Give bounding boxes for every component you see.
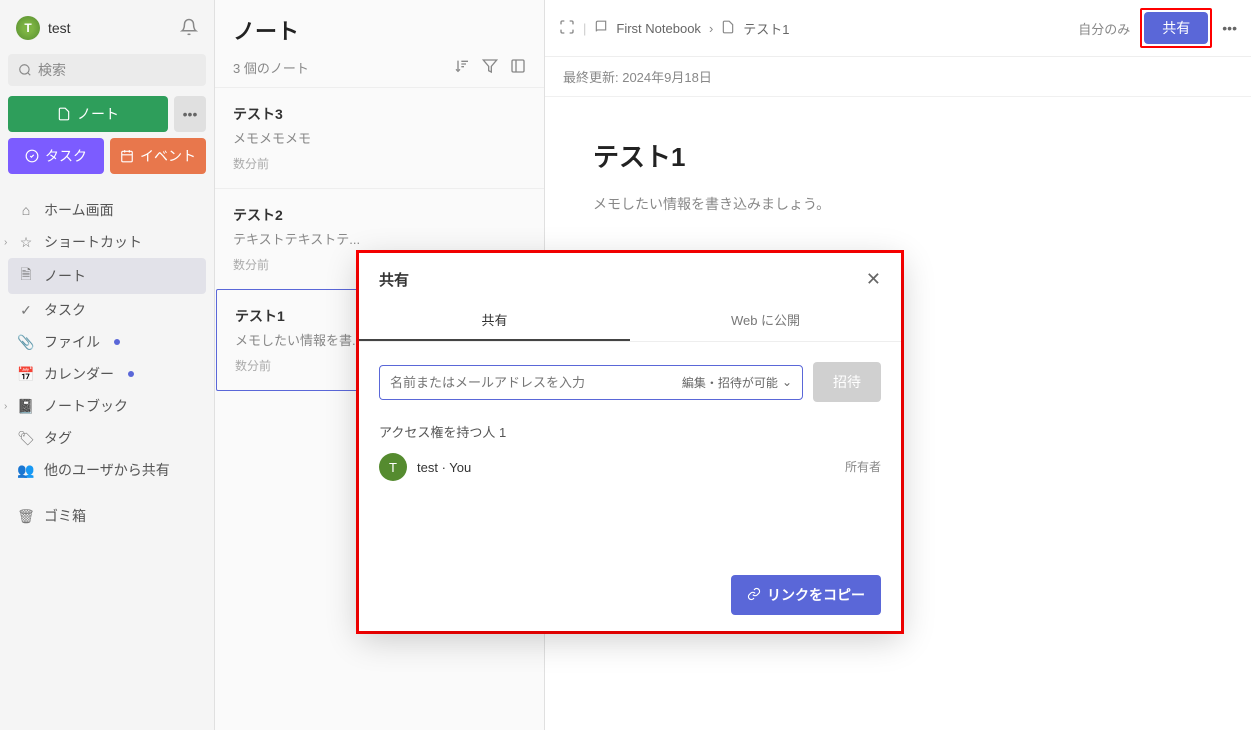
nav-label: ゴミ箱 [44,506,86,526]
nav-label: ノートブック [44,396,128,416]
more-icon[interactable]: ••• [1222,20,1237,36]
tab-publish-web[interactable]: Web に公開 [630,300,901,341]
share-modal: 共有 ✕ 共有 Web に公開 編集・招待が可能 ⌄ 招待 アク [359,253,901,631]
nav-label: 他のユーザから共有 [44,460,170,480]
nav-label: ファイル [44,332,100,352]
search-input[interactable]: 検索 [8,54,206,86]
new-note-button[interactable]: ノート [8,96,168,132]
chevron-right-icon: › [4,401,7,412]
note-icon [721,20,735,37]
sidebar-nav-item[interactable]: 🗎 ノート [8,258,206,294]
nav-label: タグ [44,428,72,448]
new-event-button[interactable]: イベント [110,138,206,174]
nav-icon: ⌂ [18,202,34,218]
main-toolbar: | First Notebook › テスト1 自分のみ 共有 ••• [545,0,1251,57]
nav-icon: 🏷 [18,430,34,447]
note-item-snippet: メモメモメモ [233,128,526,147]
sidebar-nav-item[interactable]: ›📓ノートブック [8,390,206,422]
note-item-time: 数分前 [233,155,526,172]
indicator-dot [114,339,120,345]
nav-icon: 📎 [18,334,34,351]
permission-dropdown[interactable]: 編集・招待が可能 ⌄ [682,374,792,391]
crumb-notebook[interactable]: First Notebook [616,21,701,36]
sidebar-nav-item[interactable]: ✓ タスク [8,294,206,326]
nav-icon: 🗑 [18,508,34,525]
person-role: 所有者 [845,460,881,474]
note-title[interactable]: テスト1 [593,137,1203,174]
user-name: test [48,20,71,36]
bell-icon[interactable] [180,18,198,39]
nav-icon: 👥 [18,462,34,479]
sidebar-nav-item[interactable]: 📎 ファイル [8,326,206,358]
notebook-icon [594,20,608,37]
crumb-note[interactable]: テスト1 [743,19,789,38]
invite-button[interactable]: 招待 [813,362,881,402]
modal-title: 共有 [379,269,409,290]
list-header: ノート [215,0,544,52]
chevron-down-icon: ⌄ [782,375,792,389]
share-modal-highlight: 共有 ✕ 共有 Web に公開 編集・招待が可能 ⌄ 招待 アク [356,250,904,634]
nav-label: カレンダー [44,364,114,384]
note-content[interactable]: テスト1 メモしたい情報を書き込みましょう。 [545,97,1251,254]
share-button[interactable]: 共有 [1144,12,1208,44]
nav-icon: 📅 [18,366,34,383]
note-list-item[interactable]: テスト3 メモメモメモ数分前 [215,87,544,188]
user-menu[interactable]: T test [16,16,71,40]
breadcrumb: | First Notebook › テスト1 [559,19,790,38]
invite-input-wrap[interactable]: 編集・招待が可能 ⌄ [379,365,803,400]
note-item-title: テスト3 [233,104,526,124]
close-icon[interactable]: ✕ [866,269,881,290]
new-more-button[interactable]: ••• [174,96,206,132]
search-placeholder: 検索 [38,60,66,80]
access-label: アクセス権を持つ人 1 [379,422,881,441]
filter-icon[interactable] [482,58,498,77]
person-name: test · You [417,460,835,475]
nav-label: タスク [44,300,86,320]
expand-icon[interactable] [559,19,575,38]
nav: ⌂ホーム画面›☆ショートカット🗎ノート✓タスク📎ファイル📅カレンダー›📓ノートブ… [8,194,206,532]
indicator-dot [128,371,134,377]
list-title: ノート [233,14,526,46]
sort-icon[interactable] [454,58,470,77]
sidebar-nav-item[interactable]: ⌂ ホーム画面 [8,194,206,226]
note-meta: 最終更新: 2024年9月18日 [545,57,1251,97]
note-item-title: テスト2 [233,205,526,225]
nav-icon: ✓ [18,302,34,319]
visibility-label: 自分のみ [1078,19,1130,38]
view-icon[interactable] [510,58,526,77]
sidebar-nav-item[interactable]: 🗑 ゴミ箱 [8,500,206,532]
nav-icon: 🗎 [18,264,34,288]
modal-tabs: 共有 Web に公開 [359,300,901,342]
note-count: 3 個のノート [233,58,309,77]
link-icon [747,587,761,604]
avatar: T [16,16,40,40]
chevron-right-icon: › [4,237,7,248]
nav-label: ショートカット [44,232,142,252]
new-task-button[interactable]: タスク [8,138,104,174]
list-subheader: 3 個のノート [215,52,544,87]
tab-share[interactable]: 共有 [359,300,630,341]
sidebar-nav-item[interactable]: ›☆ショートカット [8,226,206,258]
sidebar-nav-item[interactable]: 📅 カレンダー [8,358,206,390]
note-item-snippet: テキストテキストテ... [233,229,526,248]
nav-icon: 📓 [18,398,34,415]
nav-icon: ☆ [18,234,34,251]
access-person: T test · You 所有者 [379,453,881,481]
avatar: T [379,453,407,481]
note-body[interactable]: メモしたい情報を書き込みましょう。 [593,194,1203,214]
copy-link-button[interactable]: リンクをコピー [731,575,881,615]
sidebar: T test 検索 ノート ••• タスク イベント [0,0,215,730]
sidebar-header: T test [8,8,206,48]
nav-label: ノート [44,266,86,286]
invite-input[interactable] [390,375,682,390]
sidebar-nav-item[interactable]: 🏷 タグ [8,422,206,454]
nav-label: ホーム画面 [44,200,114,220]
sidebar-nav-item[interactable]: 👥 他のユーザから共有 [8,454,206,486]
share-button-highlight: 共有 [1140,8,1212,48]
